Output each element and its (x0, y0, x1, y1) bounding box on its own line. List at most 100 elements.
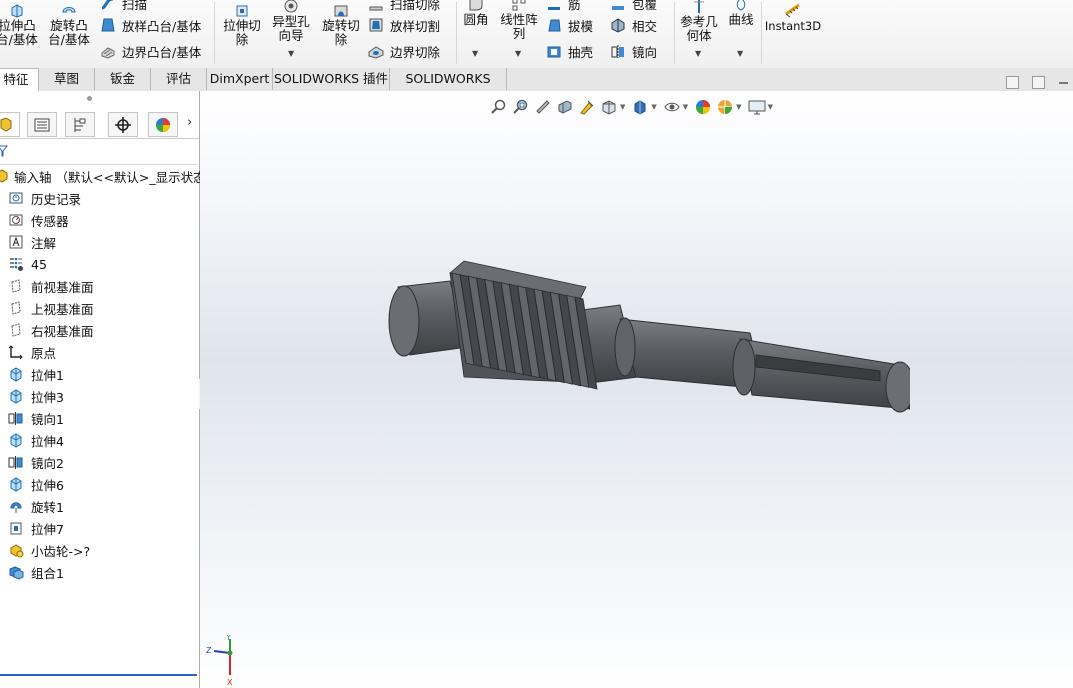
draft-button[interactable]: 拔模 (546, 14, 593, 36)
zoom-to-fit-button[interactable] (490, 98, 508, 116)
sweep-button[interactable]: 扫描 (100, 0, 147, 14)
shell-button[interactable]: 抽壳 (546, 40, 593, 62)
edit-appearance-button[interactable] (694, 98, 712, 116)
view-orientation-dropdown[interactable]: ▼ (620, 103, 625, 111)
display-manager-tab[interactable] (148, 112, 178, 137)
tree-item[interactable]: 拉伸1 (0, 363, 199, 385)
tree-item[interactable]: 小齿轮->? (0, 539, 199, 561)
tree-item[interactable]: 镜向2 (0, 451, 199, 473)
tab-sheet-metal[interactable]: 钣金 (95, 68, 151, 90)
display-style-button[interactable] (631, 98, 649, 116)
tree-item[interactable]: 原点 (0, 341, 199, 363)
tree-item[interactable]: 注解 (0, 231, 199, 253)
gear-part-icon (10, 544, 24, 558)
loft-cut-button[interactable]: 放样切割 (368, 14, 440, 36)
mirror-button[interactable]: 镜向 (610, 40, 657, 62)
tab-dimxpert[interactable]: DimXpert (207, 68, 273, 90)
plane-icon (11, 301, 21, 315)
graphics-viewport[interactable]: ▼ ▼ ▼ ▼ ▼ Y Z X (200, 91, 1073, 688)
linear-pattern-button[interactable]: 线性阵 列 (496, 0, 542, 41)
hide-show-dropdown[interactable]: ▼ (683, 103, 688, 111)
hole-wizard-dropdown[interactable]: ▼ (288, 49, 294, 58)
intersect-button[interactable]: 相交 (610, 14, 657, 36)
dimxpert-manager-tab[interactable] (108, 112, 138, 137)
tree-item[interactable]: 拉伸7 (0, 517, 199, 539)
tab-solidworks-mbd[interactable]: SOLIDWORKS MBD (390, 68, 507, 108)
instant3d-button[interactable]: Instant3D (763, 2, 823, 33)
loft-boss-button[interactable]: 放样凸台/基体 (100, 14, 201, 36)
feature-tree-icon (0, 116, 12, 132)
tab-features[interactable]: 特征 (0, 68, 39, 91)
tree-item[interactable]: 45 (0, 253, 199, 275)
tree-item[interactable]: 右视基准面 (0, 319, 199, 341)
wrap-label: 包覆 (632, 0, 658, 12)
boundary-cut-button[interactable]: 边界切除 (368, 40, 440, 62)
boundary-boss-button[interactable]: 边界凸台/基体 (100, 40, 201, 62)
part-icon (0, 169, 8, 183)
tree-item[interactable]: 拉伸3 (0, 385, 199, 407)
sweep-icon (101, 0, 114, 10)
draft-icon (548, 19, 561, 32)
tree-item[interactable]: 历史记录 (0, 187, 199, 209)
ribbon-separator (456, 2, 457, 64)
fillet-dropdown[interactable]: ▼ (472, 49, 478, 58)
tree-root-label: 输入轴 （默认<<默认>_显示状态 1 (14, 169, 218, 185)
tree-item-label: 拉伸4 (31, 433, 64, 449)
tree-root-part[interactable]: 输入轴 （默认<<默认>_显示状态 1 (0, 165, 218, 187)
hole-wizard-button[interactable]: 异型孔 向导 (268, 0, 314, 43)
display-style-dropdown[interactable]: ▼ (651, 103, 656, 111)
rollback-bar[interactable] (0, 674, 197, 676)
zoom-to-area-button[interactable] (512, 98, 530, 116)
tab-scroll-right-button[interactable] (1032, 76, 1045, 89)
reference-geometry-dropdown[interactable]: ▼ (695, 49, 701, 58)
tree-item-label: 45 (31, 256, 47, 272)
tree-item[interactable]: 上视基准面 (0, 297, 199, 319)
tree-item-label: 上视基准面 (31, 301, 94, 317)
linear-pattern-dropdown[interactable]: ▼ (515, 49, 521, 58)
tree-item[interactable]: 传感器 (0, 209, 199, 231)
view-settings-dropdown[interactable]: ▼ (768, 103, 773, 111)
property-manager-tab[interactable] (27, 112, 57, 137)
extrude-cut-button[interactable]: 拉伸切 除 (220, 2, 264, 47)
tree-item[interactable]: 拉伸6 (0, 473, 199, 495)
tree-item[interactable]: 前视基准面 (0, 275, 199, 297)
wrap-button[interactable]: 包覆 (610, 0, 657, 14)
minimize-ribbon-icon[interactable] (1059, 82, 1068, 84)
configuration-manager-tab[interactable] (65, 112, 95, 137)
tab-evaluate[interactable]: 评估 (151, 68, 207, 90)
hide-show-items-button[interactable] (663, 98, 681, 116)
dynamic-annotation-button[interactable] (578, 98, 596, 116)
view-orientation-button[interactable] (600, 98, 618, 116)
curves-button[interactable]: 曲线 (724, 0, 758, 27)
rib-button[interactable]: 筋 (546, 0, 581, 14)
previous-view-button[interactable] (534, 98, 552, 116)
gear-shaft-model[interactable] (380, 259, 910, 429)
fillet-button[interactable]: 圆角 (458, 0, 494, 27)
sweep-cut-button[interactable]: 扫描切除 (368, 0, 440, 14)
tree-item[interactable]: 旋转1 (0, 495, 199, 517)
reference-geometry-button[interactable]: 参考几 何体 (676, 0, 722, 43)
reference-geometry-icon (694, 0, 704, 13)
tab-sketch[interactable]: 草图 (39, 68, 95, 90)
revolve-cut-button[interactable]: 旋转切 除 (318, 2, 364, 47)
tree-item-label: 拉伸3 (31, 389, 64, 405)
tab-scroll-left-button[interactable] (1006, 76, 1019, 89)
tree-item[interactable]: 镜向1 (0, 407, 199, 429)
scene-dropdown[interactable]: ▼ (736, 103, 741, 111)
panel-grip-handle[interactable] (87, 96, 92, 101)
pinion-gear (449, 260, 598, 390)
mirror-icon (8, 456, 23, 469)
tree-filter-row[interactable] (0, 140, 197, 165)
tree-item[interactable]: 组合1 (0, 561, 199, 583)
curves-dropdown[interactable]: ▼ (737, 49, 743, 58)
tree-item[interactable]: 拉伸4 (0, 429, 199, 451)
filter-icon[interactable] (0, 145, 8, 157)
tab-solidworks-addins[interactable]: SOLIDWORKS 插件 (273, 68, 390, 90)
extrude-boss-button[interactable]: 拉伸凸 台/基体 (0, 2, 40, 47)
revolve-boss-button[interactable]: 旋转凸 台/基体 (44, 2, 94, 47)
section-view-button[interactable] (556, 98, 574, 116)
chevron-right-icon[interactable]: › (187, 115, 192, 130)
feature-manager-tab[interactable] (0, 112, 20, 137)
view-settings-button[interactable] (748, 98, 766, 116)
apply-scene-button[interactable] (716, 98, 734, 116)
